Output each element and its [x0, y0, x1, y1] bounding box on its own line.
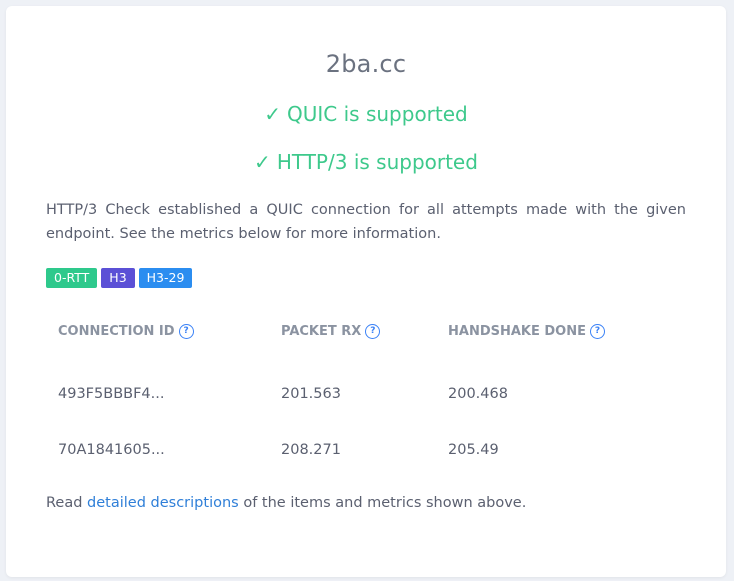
header-label: CONNECTION ID [58, 324, 175, 339]
header-packet-rx: PACKET RX ? [281, 324, 381, 339]
badge-0rtt: 0-RTT [46, 268, 98, 288]
footer-suffix: of the items and metrics shown above. [238, 495, 527, 511]
http3-support-status: ✓ HTTP/3 is supported [6, 150, 726, 174]
badge-h3-29: H3-29 [138, 268, 193, 288]
table-cell-packet-rx: 201.563 [281, 386, 341, 402]
result-card: 2ba.cc ✓ QUIC is supported ✓ HTTP/3 is sup… [6, 6, 726, 577]
domain-title: 2ba.cc [325, 50, 407, 78]
footer-note: Read detailed descriptions of the items … [46, 495, 526, 511]
detailed-descriptions-link[interactable]: detailed descriptions [87, 495, 239, 511]
check-icon: ✓ [254, 150, 271, 174]
table-cell-connection-id: 493F5BBBF4... [58, 386, 165, 402]
header-handshake-done: HANDSHAKE DONE ? [448, 324, 605, 339]
table-cell-packet-rx: 208.271 [281, 442, 341, 458]
protocol-badges: 0-RTT H3 H3-29 [46, 268, 193, 288]
result-description: HTTP/3 Check established a QUIC connecti… [46, 202, 686, 242]
http3-status-text: HTTP/3 is supported [276, 150, 478, 174]
table-cell-handshake-done: 205.49 [448, 442, 499, 458]
quic-support-status: ✓ QUIC is supported [6, 102, 726, 126]
header-label: HANDSHAKE DONE [448, 324, 586, 339]
table-cell-connection-id: 70A1841605... [58, 442, 165, 458]
help-icon[interactable]: ? [365, 324, 381, 339]
header-connection-id: CONNECTION ID ? [58, 324, 194, 339]
footer-prefix: Read [46, 495, 88, 511]
quic-status-text: QUIC is supported [287, 102, 468, 126]
help-icon[interactable]: ? [590, 324, 605, 339]
badge-h3: H3 [101, 268, 135, 288]
help-icon[interactable]: ? [178, 324, 194, 339]
table-cell-handshake-done: 200.468 [448, 386, 508, 402]
header-label: PACKET RX [281, 324, 362, 339]
check-icon: ✓ [264, 102, 282, 126]
